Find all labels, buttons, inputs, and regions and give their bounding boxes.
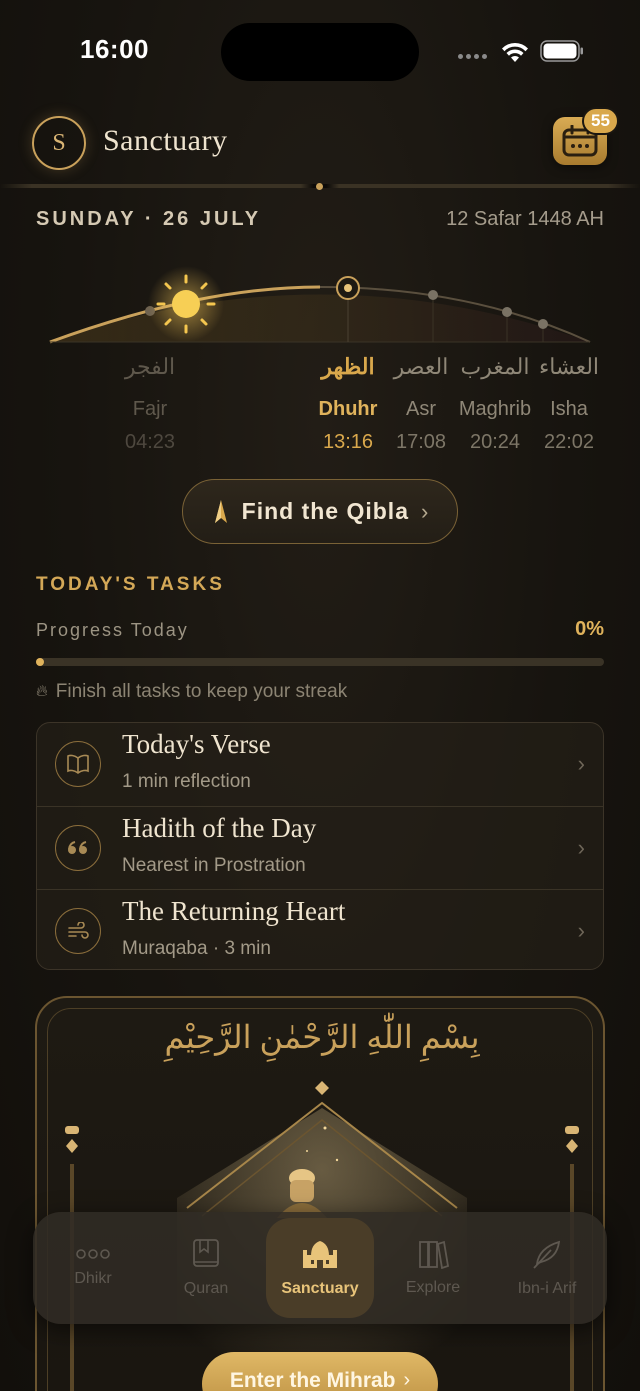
task-title: Today's Verse bbox=[122, 729, 271, 759]
task-todays-verse[interactable]: Today's Verse 1 min reflection › bbox=[37, 723, 603, 805]
app-title: Sanctuary bbox=[103, 124, 228, 157]
sun-path-arc bbox=[49, 266, 591, 344]
logo-letter: S bbox=[52, 129, 66, 156]
nav-quran[interactable]: Quran bbox=[152, 1218, 260, 1318]
nav-explore[interactable]: Explore bbox=[379, 1218, 487, 1318]
streak-note: 🔥︎ Finish all tasks to keep your streak bbox=[36, 681, 347, 703]
progress-bar bbox=[36, 658, 604, 666]
prayer-arabic: الفجر bbox=[124, 354, 176, 379]
books-icon bbox=[419, 1240, 449, 1269]
mihrab-card[interactable]: بِسْمِ اللّٰهِ الرَّحْمٰنِ الرَّحِيْمِ bbox=[35, 996, 605, 1391]
quote-icon bbox=[55, 825, 101, 871]
task-list: Today's Verse 1 min reflection › Hadith … bbox=[36, 722, 604, 970]
dots-icon bbox=[76, 1249, 110, 1259]
task-title: Hadith of the Day bbox=[122, 813, 317, 843]
prayer-time: 04:23 bbox=[124, 431, 176, 453]
chevron-right-icon: › bbox=[403, 1369, 411, 1391]
feather-icon bbox=[533, 1240, 561, 1269]
nav-dhikr[interactable]: Dhikr bbox=[39, 1218, 147, 1318]
qibla-label: Find the Qibla bbox=[241, 498, 409, 524]
chevron-right-icon: › bbox=[421, 498, 429, 524]
calendar-badge: 55 bbox=[582, 107, 619, 135]
task-hadith-of-the-day[interactable]: Hadith of the Day Nearest in Prostration… bbox=[37, 806, 603, 888]
enter-mihrab-button[interactable]: Enter the Mihrab › bbox=[202, 1352, 438, 1391]
task-subtitle: Muraqaba · 3 min bbox=[122, 938, 271, 959]
status-time: 16:00 bbox=[80, 34, 149, 64]
chevron-right-icon: › bbox=[577, 835, 585, 860]
prayer-name: Isha bbox=[550, 398, 588, 420]
header-divider-dot bbox=[316, 183, 323, 190]
book-icon bbox=[55, 741, 101, 787]
task-returning-heart[interactable]: The Returning Heart Muraqaba · 3 min › bbox=[37, 889, 603, 971]
nav-label: Dhikr bbox=[74, 1270, 112, 1287]
compass-needle-icon bbox=[214, 499, 227, 523]
wifi-icon bbox=[502, 42, 528, 62]
prayer-name: Fajr bbox=[132, 398, 168, 420]
nav-label: Quran bbox=[183, 1280, 229, 1297]
nav-sanctuary[interactable]: Sanctuary bbox=[266, 1218, 374, 1318]
wind-icon bbox=[55, 908, 101, 954]
bismillah-text: بِسْمِ اللّٰهِ الرَّحْمٰنِ الرَّحِيْمِ bbox=[164, 1019, 480, 1055]
task-subtitle: Nearest in Prostration bbox=[122, 855, 306, 876]
nav-label: Explore bbox=[405, 1279, 461, 1296]
nav-label: Ibn-i Arif bbox=[517, 1280, 577, 1297]
bottom-navigation: Dhikr Quran Sanctuary Explore Ibn-i Arif bbox=[33, 1212, 607, 1324]
prayer-time: 22:02 bbox=[543, 431, 595, 453]
task-title: The Returning Heart bbox=[122, 896, 346, 926]
chevron-right-icon: › bbox=[577, 751, 585, 776]
hijri-date: 12 Safar 1448 AH bbox=[446, 208, 604, 230]
gregorian-date: SUNDAY · 26 JULY bbox=[36, 208, 262, 230]
app-logo[interactable]: S bbox=[32, 116, 86, 170]
battery-icon bbox=[540, 40, 583, 62]
find-qibla-button[interactable]: Find the Qibla › bbox=[182, 479, 458, 544]
flame-icon: 🔥︎ bbox=[36, 683, 48, 700]
prayer-isha[interactable]: العشاء Isha 22:02 bbox=[514, 354, 624, 454]
enter-mihrab-label: Enter the Mihrab bbox=[229, 1369, 396, 1391]
task-subtitle: 1 min reflection bbox=[122, 771, 251, 792]
nav-ibn-i-arif[interactable]: Ibn-i Arif bbox=[493, 1218, 601, 1318]
prayer-fajr[interactable]: الفجر Fajr 04:23 bbox=[95, 354, 205, 454]
progress-label: Progress Today bbox=[36, 620, 189, 640]
cellular-signal-icon bbox=[458, 54, 487, 59]
tasks-section-title: TODAY'S TASKS bbox=[36, 574, 225, 595]
progress-value: 0% bbox=[575, 618, 604, 640]
chevron-right-icon: › bbox=[577, 918, 585, 943]
book-icon bbox=[193, 1239, 219, 1267]
mosque-icon bbox=[303, 1241, 337, 1268]
progress-bar-fill bbox=[36, 658, 44, 666]
nav-label: Sanctuary bbox=[281, 1280, 359, 1297]
prayer-arabic: العشاء bbox=[538, 354, 600, 379]
dynamic-island bbox=[221, 23, 419, 81]
streak-note-text: Finish all tasks to keep your streak bbox=[55, 681, 348, 702]
